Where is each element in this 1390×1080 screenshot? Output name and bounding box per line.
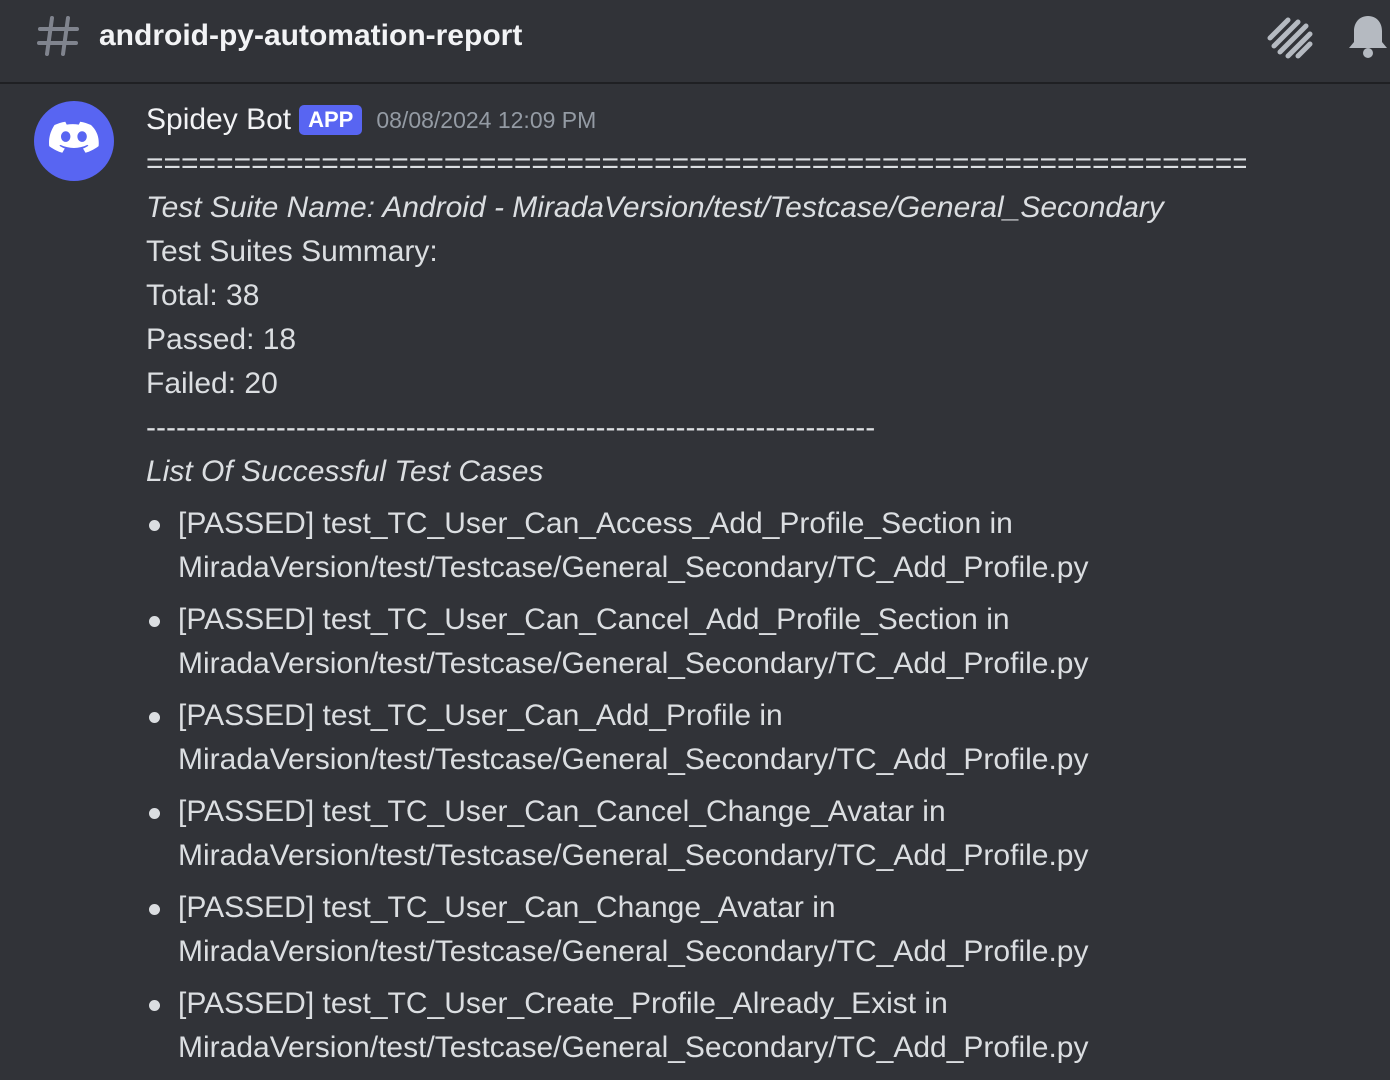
message-header: Spidey Bot APP 08/08/2024 12:09 PM <box>146 102 596 138</box>
list-item: [PASSED] test_TC_User_Can_Cancel_Change_… <box>146 790 1366 878</box>
discord-logo-icon <box>49 121 99 153</box>
case-path: MiradaVersion/test/Testcase/General_Seco… <box>178 1031 1089 1064</box>
case-path: MiradaVersion/test/Testcase/General_Seco… <box>178 839 1089 872</box>
bell-icon[interactable] <box>1346 12 1390 60</box>
list-item: [PASSED] test_TC_User_Can_Cancel_Add_Pro… <box>146 598 1366 686</box>
message-body: ========================================… <box>146 142 1366 1078</box>
separator-dashes: ----------------------------------------… <box>146 411 876 444</box>
case-title: [PASSED] test_TC_User_Can_Cancel_Add_Pro… <box>178 603 1010 636</box>
bullet-icon <box>149 904 160 915</box>
case-path: MiradaVersion/test/Testcase/General_Seco… <box>178 743 1089 776</box>
threads-icon[interactable] <box>1264 12 1316 62</box>
list-item: [PASSED] test_TC_User_Create_Profile_Alr… <box>146 982 1366 1070</box>
case-title: [PASSED] test_TC_User_Create_Profile_Alr… <box>178 987 948 1020</box>
case-path: MiradaVersion/test/Testcase/General_Seco… <box>178 551 1089 584</box>
list-item: [PASSED] test_TC_User_Can_Access_Add_Pro… <box>146 502 1366 590</box>
message-timestamp: 08/08/2024 12:09 PM <box>376 107 597 133</box>
case-title: [PASSED] test_TC_User_Can_Add_Profile in <box>178 699 783 732</box>
channel-header: android-py-automation-report <box>0 0 1390 84</box>
passed-count: Passed: 18 <box>146 323 297 356</box>
author-name[interactable]: Spidey Bot <box>146 102 291 138</box>
bullet-icon <box>149 616 160 627</box>
failed-count: Failed: 20 <box>146 367 278 400</box>
case-path: MiradaVersion/test/Testcase/General_Seco… <box>178 647 1089 680</box>
list-item: [PASSED] test_TC_User_Can_Add_Profile in… <box>146 694 1366 782</box>
list-item: [PASSED] test_TC_User_Can_Change_Avatar … <box>146 886 1366 974</box>
summary-title: Test Suites Summary: <box>146 235 438 268</box>
case-title: [PASSED] test_TC_User_Can_Change_Avatar … <box>178 891 836 924</box>
avatar[interactable] <box>34 101 114 181</box>
total-count: Total: 38 <box>146 279 260 312</box>
separator-equals: ========================================… <box>146 147 1246 180</box>
bullet-icon <box>149 712 160 723</box>
case-title: [PASSED] test_TC_User_Can_Access_Add_Pro… <box>178 507 1013 540</box>
bullet-icon <box>149 1000 160 1011</box>
suite-name: Test Suite Name: Android - MiradaVersion… <box>146 191 1164 224</box>
case-path: MiradaVersion/test/Testcase/General_Seco… <box>178 935 1089 968</box>
bullet-icon <box>149 808 160 819</box>
hash-icon <box>37 16 79 56</box>
bullet-icon <box>149 520 160 531</box>
test-case-list: [PASSED] test_TC_User_Can_Access_Add_Pro… <box>146 502 1366 1070</box>
channel-name: android-py-automation-report <box>99 19 523 52</box>
case-title: [PASSED] test_TC_User_Can_Cancel_Change_… <box>178 795 946 828</box>
list-title: List Of Successful Test Cases <box>146 455 544 488</box>
bot-message: Spidey Bot APP 08/08/2024 12:09 PM =======… <box>0 86 1390 1080</box>
app-badge: APP <box>299 105 363 135</box>
